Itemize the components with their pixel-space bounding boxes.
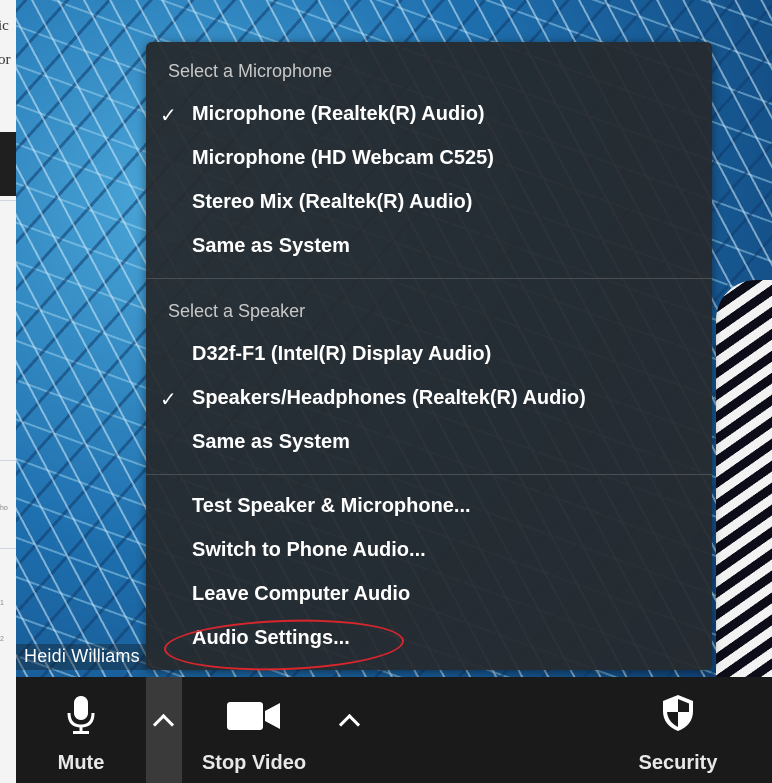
- menu-item-switch-to-phone-audio[interactable]: Switch to Phone Audio...: [192, 539, 426, 562]
- menu-item-stereo-mix[interactable]: Stereo Mix (Realtek(R) Audio): [192, 191, 472, 214]
- stop-video-label: Stop Video: [201, 752, 307, 774]
- menu-item-test-speaker-microphone[interactable]: Test Speaker & Microphone...: [192, 495, 471, 518]
- menu-separator: [146, 278, 712, 279]
- menu-item-speaker-same-as-system[interactable]: Same as System: [192, 431, 350, 454]
- microphone-section-header: Select a Microphone: [168, 61, 333, 81]
- participant-shirt: [716, 280, 772, 677]
- chevron-up-icon: [338, 713, 361, 736]
- meeting-toolbar: Mute Stop Video Security: [16, 677, 772, 783]
- security-button[interactable]: Security: [628, 677, 728, 783]
- menu-item-speakers-headphones[interactable]: Speakers/Headphones (Realtek(R) Audio): [192, 387, 586, 410]
- video-camera-icon: [227, 702, 280, 730]
- background-text: 1: [0, 600, 4, 607]
- background-text: or: [0, 52, 11, 68]
- divider: [0, 460, 16, 461]
- menu-separator: [146, 474, 712, 475]
- background-text: ho: [0, 505, 8, 512]
- mute-button[interactable]: Mute: [44, 677, 118, 783]
- background-app-strip: ic or ho 1 2: [0, 0, 16, 783]
- menu-item-microphone-hd-webcam[interactable]: Microphone (HD Webcam C525): [192, 147, 494, 170]
- checkmark-icon: ✓: [160, 105, 177, 127]
- mute-label: Mute: [57, 752, 105, 774]
- shield-icon: [663, 695, 693, 731]
- checkmark-icon: ✓: [160, 389, 177, 411]
- audio-options-menu: Select a Microphone ✓ Microphone (Realte…: [146, 42, 712, 670]
- menu-item-microphone-realtek[interactable]: Microphone (Realtek(R) Audio): [192, 103, 485, 126]
- microphone-icon: [67, 696, 95, 734]
- background-panel: [0, 132, 16, 196]
- background-text: ic: [0, 18, 9, 34]
- participant-name-tag: Heidi Williams: [16, 644, 148, 670]
- video-options-caret-button[interactable]: [332, 677, 368, 783]
- security-label: Security: [638, 752, 718, 774]
- background-text: 2: [0, 636, 4, 643]
- menu-item-leave-computer-audio[interactable]: Leave Computer Audio: [192, 583, 410, 606]
- divider: [0, 200, 16, 201]
- menu-item-speaker-display-audio[interactable]: D32f-F1 (Intel(R) Display Audio): [192, 343, 491, 366]
- divider: [0, 548, 16, 549]
- chevron-up-icon: [152, 713, 175, 736]
- menu-item-microphone-same-as-system[interactable]: Same as System: [192, 235, 350, 258]
- stop-video-button[interactable]: Stop Video: [192, 677, 316, 783]
- audio-options-caret-button[interactable]: [146, 677, 182, 783]
- speaker-section-header: Select a Speaker: [168, 301, 306, 321]
